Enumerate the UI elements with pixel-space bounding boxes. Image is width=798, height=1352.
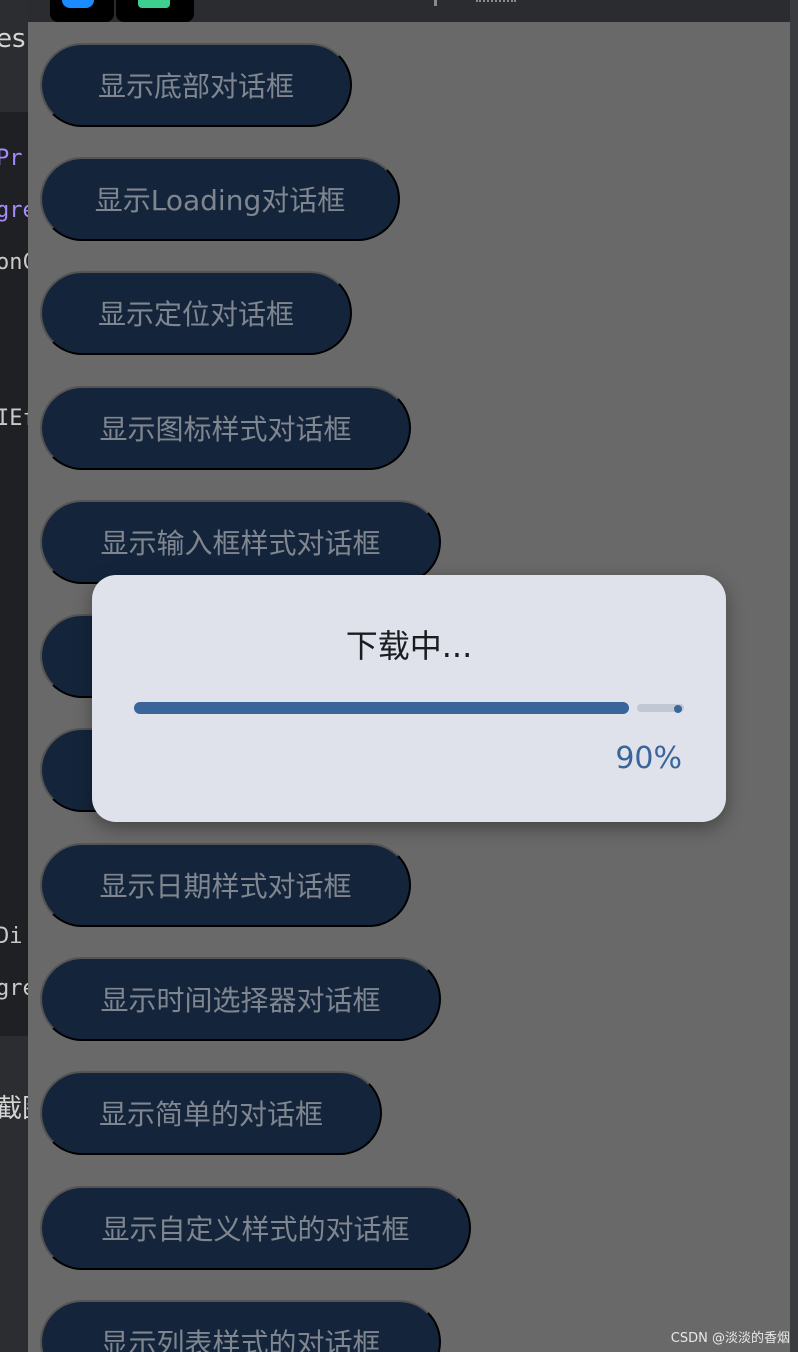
show-icon-dialog-button[interactable]: 显示图标样式对话框 xyxy=(40,386,411,470)
ide-code-fragment: onC xyxy=(0,250,28,275)
download-progress-dialog: 下载中... 90% xyxy=(92,575,726,822)
watermark: CSDN @淡淡的香烟 xyxy=(670,1331,790,1346)
progress-bar-fill xyxy=(134,702,629,714)
progress-bar xyxy=(134,702,684,714)
app-icon xyxy=(62,0,94,8)
show-list-dialog-button[interactable]: 显示列表样式的对话框 xyxy=(40,1300,441,1352)
ide-code-fragment: Pr xyxy=(0,146,23,171)
show-simple-dialog-button[interactable]: 显示简单的对话框 xyxy=(40,1071,382,1155)
show-input-dialog-button[interactable]: 显示输入框样式对话框 xyxy=(40,500,441,584)
ide-code-fragment: Di xyxy=(0,924,23,949)
show-bottom-dialog-button[interactable]: 显示底部对话框 xyxy=(40,43,352,127)
app-icon xyxy=(138,0,170,8)
status-indicator xyxy=(476,0,516,6)
ide-code-fragment: gre xyxy=(0,198,28,223)
ide-code-fragment: IEf xyxy=(0,406,28,431)
show-date-dialog-button[interactable]: 显示日期样式对话框 xyxy=(40,843,411,927)
ide-text-fragment: 截图 xyxy=(0,1094,28,1124)
ide-editor-strip: es Pr gre onC IEf Di gre 截图 xyxy=(0,0,28,1352)
show-loading-dialog-button[interactable]: 显示Loading对话框 xyxy=(40,157,400,241)
show-custom-dialog-button[interactable]: 显示自定义样式的对话框 xyxy=(40,1186,471,1270)
ide-text-fragment: es xyxy=(0,24,26,54)
window-edge xyxy=(790,0,798,1352)
progress-percent: 90% xyxy=(615,741,682,776)
status-divider xyxy=(434,0,437,6)
progress-stop-indicator xyxy=(674,705,682,713)
status-bar xyxy=(28,0,790,22)
ide-code-fragment: gre xyxy=(0,976,28,1001)
dialog-title: 下载中... xyxy=(345,627,473,665)
show-location-dialog-button[interactable]: 显示定位对话框 xyxy=(40,271,352,355)
show-time-picker-dialog-button[interactable]: 显示时间选择器对话框 xyxy=(40,957,441,1041)
